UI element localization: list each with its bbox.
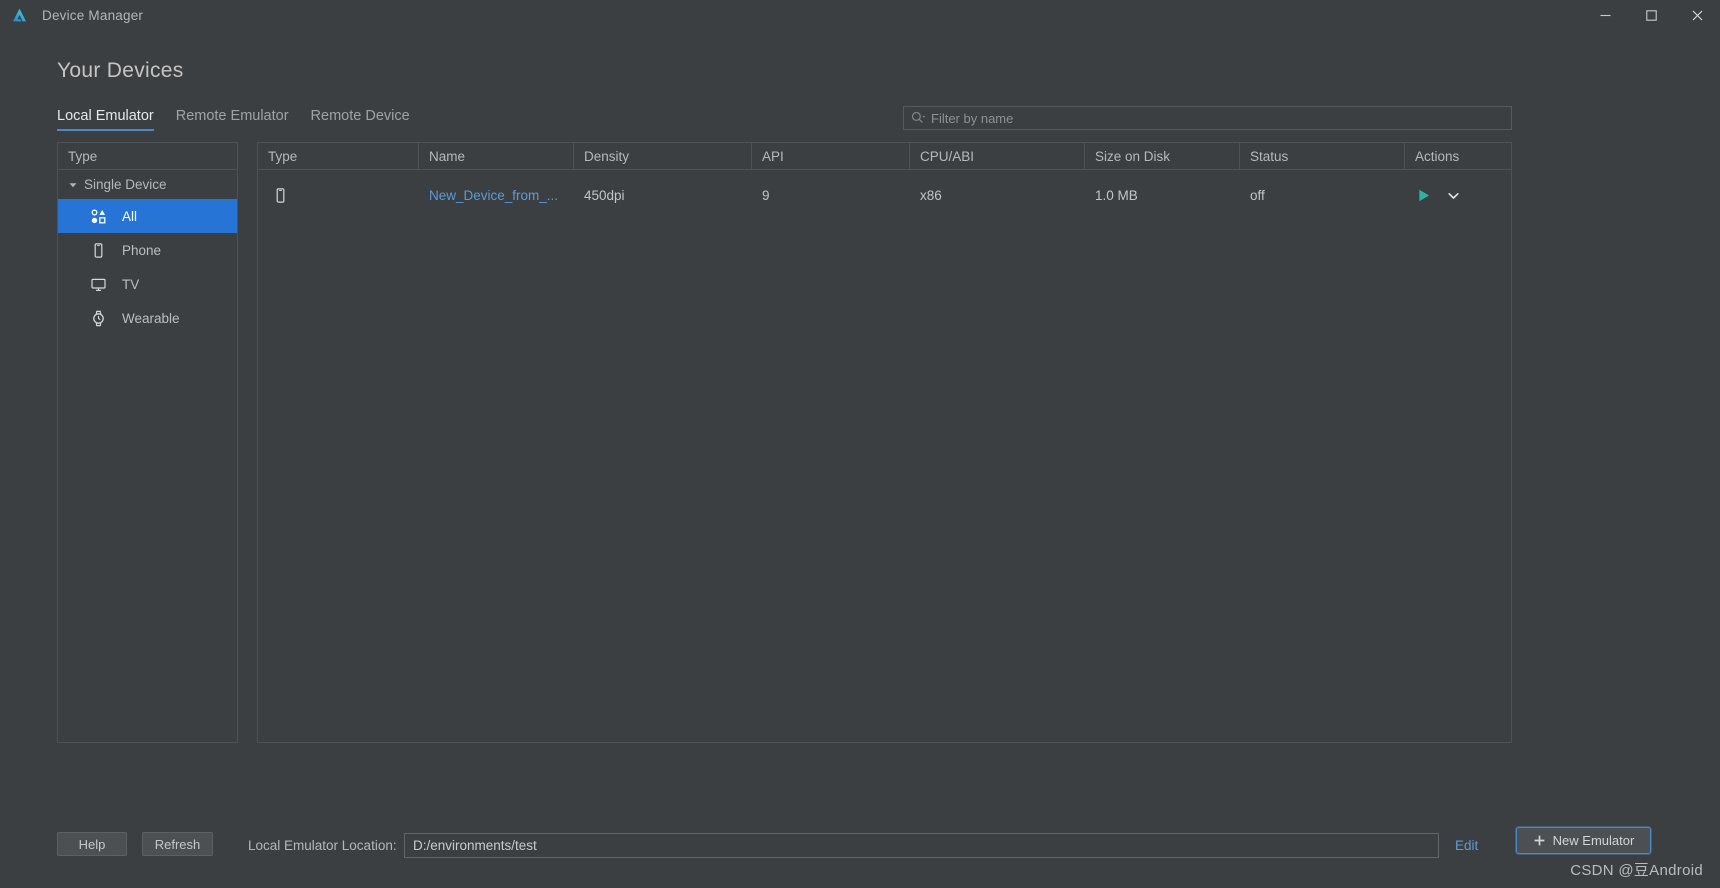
- refresh-button[interactable]: Refresh: [142, 832, 213, 856]
- watch-icon: [88, 308, 108, 328]
- tab-remote-device[interactable]: Remote Device: [311, 108, 410, 131]
- devices-table: Type Name Density API CPU/ABI Size on Di…: [257, 142, 1512, 743]
- minimize-icon[interactable]: [1582, 0, 1628, 30]
- local-emulator-location-value: D:/environments/test: [413, 838, 537, 853]
- phone-icon: [272, 187, 289, 204]
- cell-actions: [1405, 170, 1511, 220]
- sidebar-item-label: Phone: [122, 242, 162, 258]
- cell-name[interactable]: New_Device_from_...: [419, 170, 574, 220]
- chevron-down-icon[interactable]: [1446, 188, 1461, 203]
- cell-size-on-disk: 1.0 MB: [1095, 187, 1138, 203]
- type-sidebar: Type Single Device All Phone TV Wearable: [57, 142, 238, 743]
- sidebar-item-wearable[interactable]: Wearable: [58, 301, 237, 335]
- sidebar-group-single-device[interactable]: Single Device: [58, 170, 237, 199]
- search-icon: [910, 110, 926, 126]
- cell-density: 450dpi: [584, 187, 625, 203]
- title-bar: Device Manager: [0, 0, 1720, 30]
- table-row[interactable]: New_Device_from_... 450dpi 9 x86 1.0 MB …: [258, 170, 1511, 220]
- shapes-grid-icon: [88, 206, 108, 226]
- column-header-density[interactable]: Density: [574, 143, 752, 169]
- sidebar-item-all[interactable]: All: [58, 199, 237, 233]
- page-title: Your Devices: [57, 59, 184, 82]
- maximize-icon[interactable]: [1628, 0, 1674, 30]
- tab-local-emulator[interactable]: Local Emulator: [57, 108, 154, 131]
- table-header-row: Type Name Density API CPU/ABI Size on Di…: [258, 143, 1511, 170]
- tab-bar: Local Emulator Remote Emulator Remote De…: [57, 108, 432, 131]
- sidebar-item-label: Wearable: [122, 310, 180, 326]
- sidebar-item-label: TV: [122, 276, 140, 292]
- play-icon[interactable]: [1415, 187, 1432, 204]
- cell-type: [258, 170, 419, 220]
- cell-status: off: [1250, 187, 1265, 203]
- edit-link[interactable]: Edit: [1455, 838, 1478, 853]
- local-emulator-location-label: Local Emulator Location:: [248, 838, 397, 853]
- watermark: CSDN @豆Android: [1570, 862, 1703, 879]
- cell-api: 9: [762, 187, 770, 203]
- new-emulator-button[interactable]: New Emulator: [1516, 827, 1651, 854]
- tv-icon: [88, 274, 108, 294]
- window-title: Device Manager: [42, 7, 144, 23]
- column-header-type[interactable]: Type: [258, 143, 419, 169]
- local-emulator-location-field[interactable]: D:/environments/test: [404, 833, 1439, 858]
- sidebar-item-phone[interactable]: Phone: [58, 233, 237, 267]
- column-header-actions[interactable]: Actions: [1405, 143, 1511, 169]
- filter-input-text[interactable]: Filter by name: [931, 111, 1505, 126]
- help-button[interactable]: Help: [57, 832, 127, 856]
- plus-icon: [1533, 834, 1546, 847]
- android-studio-logo-icon: [10, 6, 28, 24]
- column-header-status[interactable]: Status: [1240, 143, 1405, 169]
- sidebar-group-label: Single Device: [84, 177, 167, 192]
- filter-field[interactable]: Filter by name: [903, 106, 1512, 130]
- column-header-name[interactable]: Name: [419, 143, 574, 169]
- sidebar-header: Type: [58, 143, 237, 170]
- close-icon[interactable]: [1674, 0, 1720, 30]
- caret-down-icon[interactable]: [68, 180, 78, 190]
- column-header-api[interactable]: API: [752, 143, 910, 169]
- phone-icon: [88, 240, 108, 260]
- column-header-cpu-abi[interactable]: CPU/ABI: [910, 143, 1085, 169]
- cell-cpu-abi: x86: [920, 187, 942, 203]
- new-emulator-label: New Emulator: [1552, 833, 1635, 848]
- column-header-size-on-disk[interactable]: Size on Disk: [1085, 143, 1240, 169]
- sidebar-item-tv[interactable]: TV: [58, 267, 237, 301]
- sidebar-item-label: All: [122, 208, 138, 224]
- tab-remote-emulator[interactable]: Remote Emulator: [176, 108, 289, 131]
